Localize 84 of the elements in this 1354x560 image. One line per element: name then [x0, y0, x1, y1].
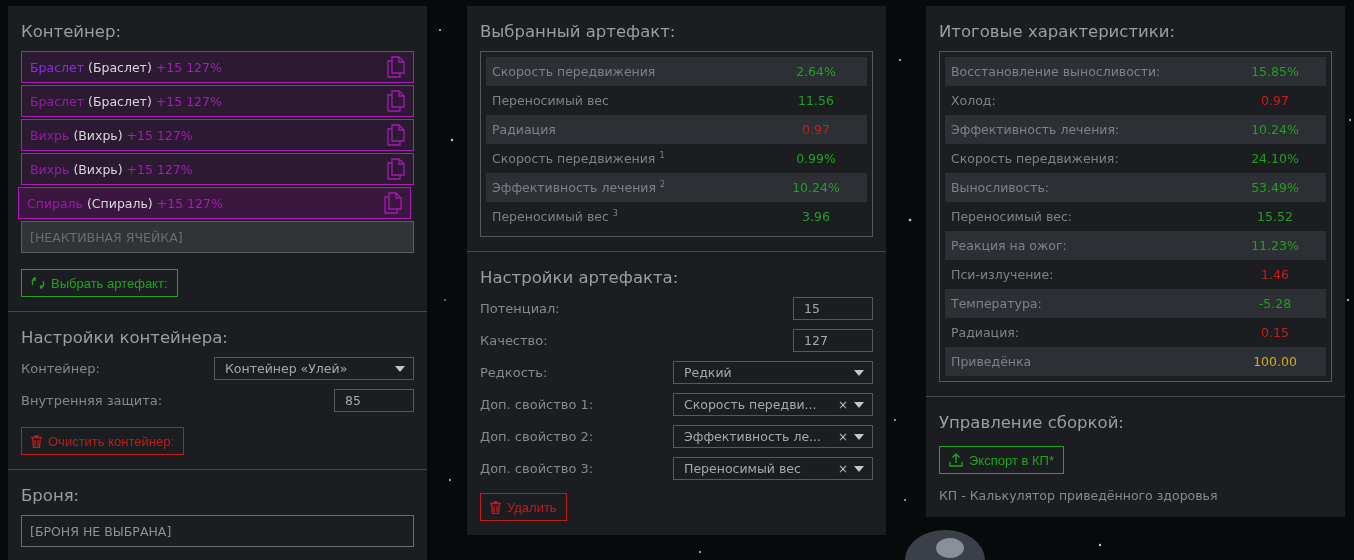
stat-value: 100.00: [1252, 354, 1298, 369]
section-title: Настройки артефакта:: [480, 268, 680, 287]
section-title: Управление сборкой:: [939, 413, 1125, 432]
dropdown[interactable]: Контейнер «Улей»: [214, 357, 414, 380]
copy-icon[interactable]: [384, 192, 402, 214]
armor-field[interactable]: [БРОНЯ НЕ ВЫБРАНА]: [21, 515, 414, 547]
copy-icon[interactable]: [387, 158, 405, 180]
copy-icon[interactable]: [387, 56, 405, 78]
caret-icon: [854, 401, 864, 408]
artifact-slot[interactable]: Вихрь (Вихрь) +15 127%: [21, 119, 414, 151]
field-label: Качество:: [480, 332, 548, 348]
stat-label: Эффективность лечения:: [951, 122, 1120, 137]
field-label: Внутренняя защита:: [21, 392, 163, 408]
section-title: Итоговые характеристики:: [939, 22, 1176, 41]
stat-label: Температура:: [951, 296, 1042, 311]
export-button[interactable]: Экспорт в КП*: [939, 446, 1064, 474]
caret-icon: [854, 433, 864, 440]
caret-icon: [395, 365, 405, 372]
stat-value: 53.49%: [1250, 180, 1300, 195]
section-title: Настройки контейнера:: [21, 328, 229, 347]
dropdown[interactable]: Редкий: [673, 361, 873, 384]
dropdown[interactable]: Переносимый вес ×: [673, 457, 873, 480]
upload-icon: [949, 453, 963, 467]
stat-value: 10.24%: [791, 180, 841, 195]
section-title: Броня:: [21, 486, 81, 505]
stat-value: 15.52: [1256, 209, 1294, 224]
section-title: Контейнер:: [21, 22, 123, 41]
copy-icon[interactable]: [387, 90, 405, 112]
artifact-slot[interactable]: Браслет (Браслет) +15 127%: [21, 51, 414, 83]
stat-label: Радиация:: [951, 325, 1019, 340]
trash-icon: [31, 434, 42, 448]
stat-value: 11.23%: [1250, 238, 1300, 253]
stat-value: 0.99%: [795, 151, 837, 166]
stat-value: -5.28: [1257, 296, 1293, 311]
stat-value: 1.46: [1260, 267, 1290, 282]
artifact-slot[interactable]: Спираль (Спираль) +15 127%: [18, 187, 411, 219]
caret-icon: [854, 369, 864, 376]
stat-label: Переносимый вес $^{3}$: [492, 208, 618, 225]
number-input[interactable]: 127: [793, 329, 873, 352]
trash-icon: [490, 500, 501, 514]
field-label: Потенциал:: [480, 300, 560, 316]
stat-value: 3.96: [801, 209, 831, 224]
section-title: Выбранный артефакт:: [480, 22, 677, 41]
stat-label: Пси-излучение:: [951, 267, 1054, 282]
stat-label: Холод:: [951, 93, 996, 108]
stat-label: Переносимый вес:: [951, 209, 1073, 224]
artifact-slot[interactable]: Вихрь (Вихрь) +15 127%: [21, 153, 414, 185]
clear-button[interactable]: ×: [837, 397, 848, 412]
stat-value: 24.10%: [1250, 151, 1300, 166]
clear-button[interactable]: ×: [837, 461, 848, 476]
refresh-icon: [31, 276, 45, 290]
copy-icon[interactable]: [387, 124, 405, 146]
field-label: Доп. свойство 3:: [480, 460, 594, 476]
stat-value: 0.97: [1260, 93, 1290, 108]
stat-value: 2.64%: [795, 64, 837, 79]
field-label: Доп. свойство 1:: [480, 396, 594, 412]
stat-label: Скорость передвижения:: [951, 151, 1119, 166]
field-label: Контейнер:: [21, 360, 100, 376]
stat-label: Эффективность лечения $^{2}$: [492, 179, 666, 196]
dropdown[interactable]: Эффективность ле... ×: [673, 425, 873, 448]
stat-value: 11.56: [797, 93, 835, 108]
number-input[interactable]: 85: [334, 389, 414, 412]
stat-label: Скорость передвижения: [492, 64, 656, 79]
choose-artifact-button[interactable]: Выбрать артефакт:: [21, 269, 178, 297]
footnote: КП - Калькулятор приведённого здоровья: [939, 488, 1219, 503]
stat-value: 10.24%: [1250, 122, 1300, 137]
stat-label: Выносливость:: [951, 180, 1049, 195]
stat-value: 15.85%: [1250, 64, 1300, 79]
stat-label: Радиация: [492, 122, 556, 137]
stat-label: Реакция на ожог:: [951, 238, 1067, 253]
field-label: Доп. свойство 2:: [480, 428, 594, 444]
caret-icon: [854, 465, 864, 472]
inactive-slot: [НЕАКТИВНАЯ ЯЧЕЙКА]: [21, 221, 414, 253]
field-label: Редкость:: [480, 364, 548, 380]
stat-label: Переносимый вес: [492, 93, 609, 108]
dropdown[interactable]: Скорость передви... ×: [673, 393, 873, 416]
number-input[interactable]: 15: [793, 297, 873, 320]
stat-label: Приведёнка: [951, 354, 1032, 369]
stat-label: Восстановление выносливости:: [951, 64, 1161, 79]
artifact-slot[interactable]: Браслет (Браслет) +15 127%: [21, 85, 414, 117]
clear-button[interactable]: ×: [837, 429, 848, 444]
stat-value: 0.15: [1260, 325, 1290, 340]
stat-label: Скорость передвижения $^{1}$: [492, 150, 665, 167]
stat-value: 0.97: [801, 122, 831, 137]
